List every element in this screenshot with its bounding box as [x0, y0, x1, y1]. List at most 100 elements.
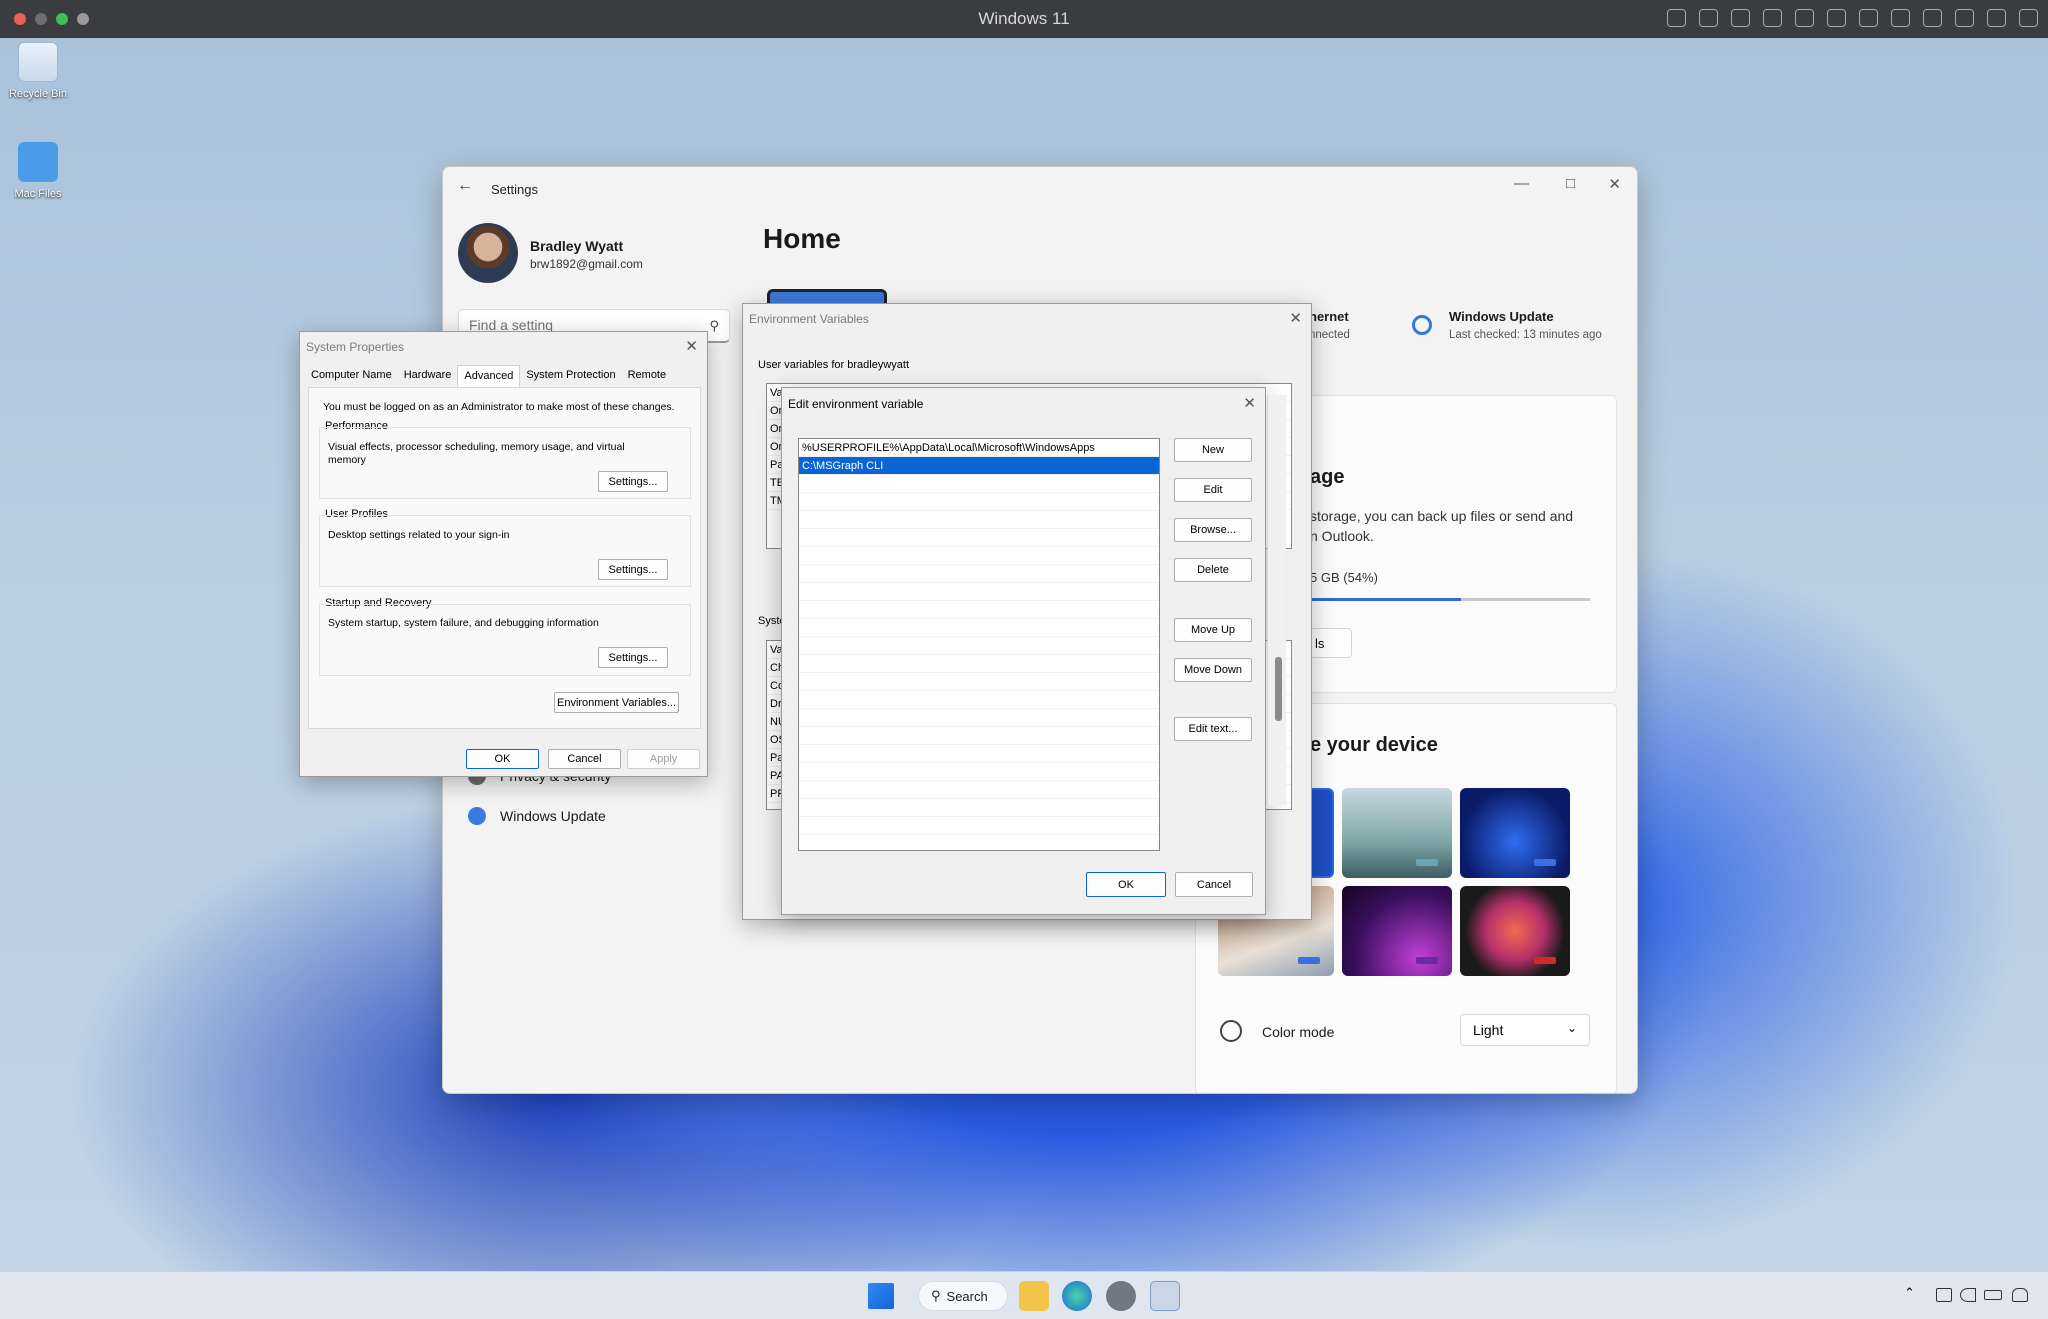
speaker-icon[interactable]: [1827, 9, 1846, 27]
notification-bell-icon[interactable]: [2012, 1288, 2028, 1302]
avatar[interactable]: [458, 223, 518, 283]
volume-icon[interactable]: [1960, 1288, 1976, 1302]
settings-gear-icon[interactable]: [1106, 1281, 1136, 1311]
chip-icon[interactable]: [1699, 9, 1718, 27]
theme-chip: [1416, 859, 1438, 866]
path-entries-list[interactable]: %USERPROFILE%\AppData\Local\Microsoft\Wi…: [798, 438, 1160, 851]
gear-icon[interactable]: [2019, 9, 2038, 27]
move-up-button[interactable]: Move Up: [1174, 618, 1252, 642]
list-item[interactable]: [799, 709, 1159, 727]
personalize-heading: e your device: [1310, 734, 1438, 756]
close-icon[interactable]: ✕: [1289, 309, 1302, 327]
edit-text-button[interactable]: Edit text...: [1174, 717, 1252, 741]
palette-icon: [1220, 1020, 1242, 1042]
network-icon[interactable]: [1936, 1288, 1952, 1302]
taskbar-search[interactable]: ⚲ Search: [918, 1281, 1008, 1311]
keyboard-icon[interactable]: [1667, 9, 1686, 27]
chevron-up-icon[interactable]: ⌃: [1904, 1285, 1920, 1300]
close-icon[interactable]: ✕: [685, 337, 698, 355]
windows-update-icon: [1412, 315, 1432, 335]
edit-button[interactable]: Edit: [1174, 478, 1252, 502]
video-icon[interactable]: [1923, 9, 1942, 27]
cancel-button[interactable]: Cancel: [548, 749, 621, 769]
wallpaper-thumb[interactable]: [1460, 886, 1570, 976]
theme-chip: [1534, 859, 1556, 866]
admin-note: You must be logged on as an Administrato…: [323, 401, 675, 413]
minimize-icon[interactable]: —: [1514, 175, 1529, 192]
close-icon[interactable]: ✕: [1243, 394, 1256, 412]
search-icon: ⚲: [931, 1288, 941, 1303]
tab-computer-name[interactable]: Computer Name: [305, 365, 398, 387]
drive-icon[interactable]: [1891, 9, 1910, 27]
tab-system-protection[interactable]: System Protection: [520, 365, 621, 387]
list-item[interactable]: [799, 817, 1159, 835]
list-item[interactable]: [799, 763, 1159, 781]
sidebar-item-windows-update[interactable]: Windows Update: [458, 799, 728, 833]
host-title-bar: Windows 11: [0, 0, 2048, 38]
user-profiles-settings-button[interactable]: Settings...: [598, 559, 668, 580]
windows-update-status: Last checked: 13 minutes ago: [1449, 329, 1602, 341]
list-item[interactable]: [799, 583, 1159, 601]
ok-button[interactable]: OK: [1086, 872, 1166, 897]
desktop-icon-recycle-bin[interactable]: Recycle Bin: [0, 42, 76, 100]
storage-details-button[interactable]: ls: [1310, 628, 1352, 658]
color-mode-dropdown[interactable]: Light ⌄: [1460, 1014, 1590, 1046]
maximize-icon[interactable]: □: [1566, 175, 1575, 192]
list-item[interactable]: [799, 673, 1159, 691]
ok-button[interactable]: OK: [466, 749, 539, 769]
list-item[interactable]: [799, 799, 1159, 817]
screen-icon[interactable]: [1955, 9, 1974, 27]
list-item[interactable]: [799, 745, 1159, 763]
user-name: Bradley Wyatt: [530, 238, 624, 254]
list-item[interactable]: [799, 601, 1159, 619]
user-variables-label: User variables for bradleywyatt: [758, 359, 910, 371]
browse-button[interactable]: Browse...: [1174, 518, 1252, 542]
startup-recovery-settings-button[interactable]: Settings...: [598, 647, 668, 668]
list-item[interactable]: %USERPROFILE%\AppData\Local\Microsoft\Wi…: [799, 439, 1159, 457]
list-item[interactable]: [799, 493, 1159, 511]
list-item[interactable]: [799, 547, 1159, 565]
list-item[interactable]: [799, 655, 1159, 673]
system-properties-icon[interactable]: [1150, 1281, 1180, 1311]
list-item[interactable]: [799, 781, 1159, 799]
environment-variables-button[interactable]: Environment Variables...: [554, 692, 679, 713]
edge-icon[interactable]: [1062, 1281, 1092, 1311]
wallpaper-thumb[interactable]: [1342, 788, 1452, 878]
list-item[interactable]: [799, 529, 1159, 547]
triangle-icon[interactable]: [1987, 9, 2006, 27]
scrollbar-thumb[interactable]: [1275, 657, 1282, 721]
tab-remote[interactable]: Remote: [622, 365, 673, 387]
tab-advanced[interactable]: Advanced: [457, 365, 521, 387]
list-item[interactable]: [799, 511, 1159, 529]
apply-button[interactable]: Apply: [627, 749, 700, 769]
tab-hardware[interactable]: Hardware: [398, 365, 458, 387]
file-explorer-icon[interactable]: [1019, 1281, 1049, 1311]
storage-bar-fill: [1310, 598, 1462, 601]
microphone-icon[interactable]: [1859, 9, 1878, 27]
delete-button[interactable]: Delete: [1174, 558, 1252, 582]
cancel-button[interactable]: Cancel: [1175, 872, 1253, 897]
scrollbar[interactable]: [1267, 395, 1286, 805]
wallpaper-thumb[interactable]: [1460, 788, 1570, 878]
list-item[interactable]: [799, 475, 1159, 493]
list-item[interactable]: [799, 619, 1159, 637]
back-arrow-icon[interactable]: ←: [457, 177, 473, 195]
tab-strip: Computer Name Hardware Advanced System P…: [305, 365, 672, 387]
list-item[interactable]: [799, 565, 1159, 583]
wallpaper-thumb[interactable]: [1342, 886, 1452, 976]
performance-settings-button[interactable]: Settings...: [598, 471, 668, 492]
battery-icon[interactable]: [1984, 1290, 2002, 1300]
camera-off-icon[interactable]: [1763, 9, 1782, 27]
globe-icon[interactable]: [1795, 9, 1814, 27]
start-icon[interactable]: [868, 1283, 894, 1309]
desktop-icon-mac-files[interactable]: Mac Files: [0, 142, 76, 200]
desktop-icon-label: Mac Files: [14, 188, 62, 200]
new-button[interactable]: New: [1174, 438, 1252, 462]
list-item[interactable]: [799, 691, 1159, 709]
list-item-selected[interactable]: C:\MSGraph CLI: [799, 457, 1159, 475]
close-icon[interactable]: ✕: [1608, 175, 1621, 193]
list-item[interactable]: [799, 637, 1159, 655]
usb-icon[interactable]: [1731, 9, 1750, 27]
move-down-button[interactable]: Move Down: [1174, 658, 1252, 682]
list-item[interactable]: [799, 727, 1159, 745]
